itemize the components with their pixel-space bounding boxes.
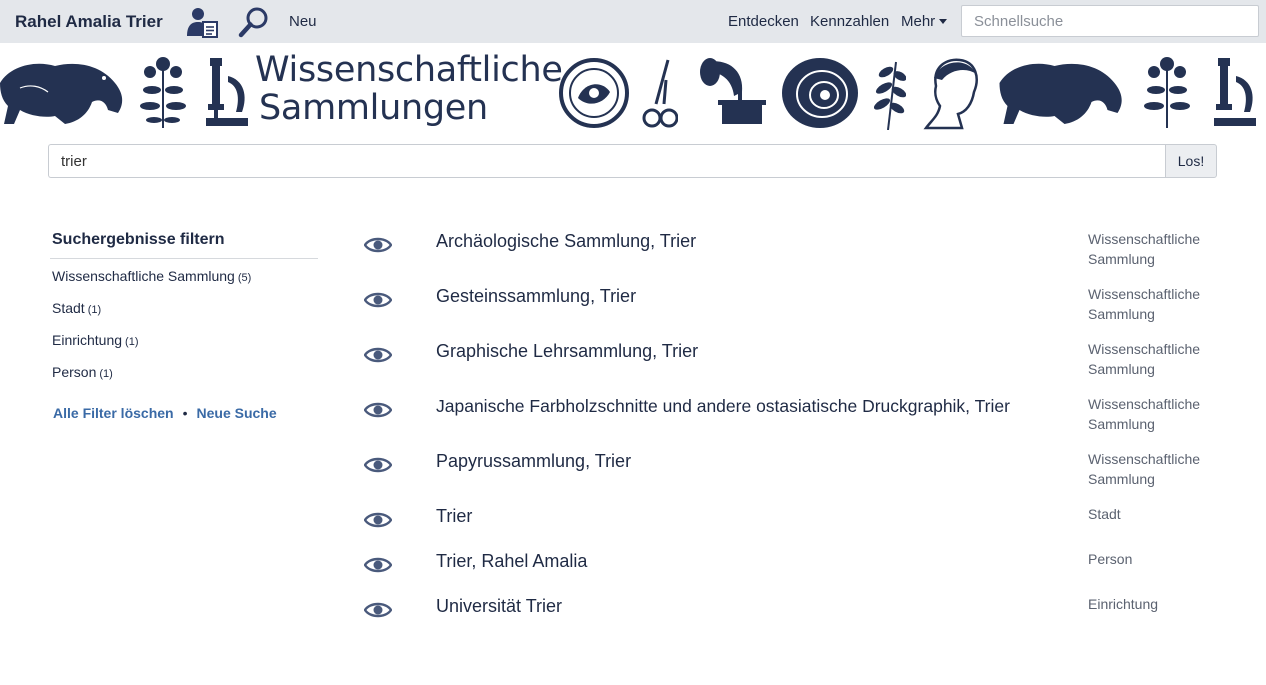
result-row: Trier, Rahel Amalia Person <box>364 551 1244 596</box>
result-title-link[interactable]: Archäologische Sammlung, Trier <box>436 231 696 252</box>
microscope-illustration-icon-2 <box>1214 58 1256 126</box>
quick-search-input[interactable] <box>961 5 1259 37</box>
eye-icon[interactable] <box>364 600 392 620</box>
eye-icon[interactable] <box>364 455 392 475</box>
eye-icon[interactable] <box>364 290 392 310</box>
ammonite-illustration-icon <box>782 58 858 128</box>
nav-mehr-dropdown[interactable]: Mehr <box>901 13 948 30</box>
result-type: Wissenschaftliche Sammlung <box>1088 341 1201 377</box>
eye-icon[interactable] <box>364 345 392 365</box>
result-row: Japanische Farbholzschnitte und andere o… <box>364 396 1244 441</box>
facet-label: Wissenschaftliche Sammlung <box>52 268 235 284</box>
result-title-link[interactable]: Papyrussammlung, Trier <box>436 451 631 472</box>
search-submit-button[interactable]: Los! <box>1165 144 1217 178</box>
nav-entdecken-link[interactable]: Entdecken <box>728 13 799 30</box>
result-title-link[interactable]: Japanische Farbholzschnitte und andere o… <box>436 396 1010 417</box>
otter-illustration-icon <box>0 63 123 124</box>
main-search-input[interactable] <box>48 144 1166 178</box>
result-title-link[interactable]: Trier, Rahel Amalia <box>436 551 587 572</box>
banner-title-line1: Wissenschaftliche <box>255 50 563 90</box>
filter-title: Suchergebnisse filtern <box>52 231 225 248</box>
plant-illustration-icon-2 <box>1144 57 1190 128</box>
facet-count: (5) <box>237 272 252 284</box>
facet-stadt[interactable]: Stadt (1) <box>52 300 101 316</box>
banner: Wissenschaftliche Sammlungen <box>0 50 1266 134</box>
filter-actions: Alle Filter löschen • Neue Suche <box>53 405 277 421</box>
nav-mehr-label: Mehr <box>901 13 936 30</box>
user-card-icon[interactable] <box>186 6 218 38</box>
eye-icon[interactable] <box>364 400 392 420</box>
result-type: Person <box>1088 551 1133 567</box>
result-type: Wissenschaftliche Sammlung <box>1088 396 1201 432</box>
result-row: Gesteinssammlung, Trier Wissenschaftlich… <box>364 286 1244 331</box>
result-row: Graphische Lehrsammlung, Trier Wissensch… <box>364 341 1244 386</box>
plant-illustration-icon <box>140 57 186 128</box>
facet-count: (1) <box>99 368 113 380</box>
facet-einrichtung[interactable]: Einrichtung (1) <box>52 332 139 348</box>
result-title-link[interactable]: Trier <box>436 506 472 527</box>
eye-icon[interactable] <box>364 235 392 255</box>
eye-icon[interactable] <box>364 555 392 575</box>
banner-title-line2: Sammlungen <box>259 88 488 128</box>
facet-label: Einrichtung <box>52 332 123 348</box>
facet-person[interactable]: Person (1) <box>52 364 113 380</box>
otter-illustration-icon-2 <box>999 63 1122 124</box>
result-row: Trier Stadt <box>364 506 1244 551</box>
facet-label: Person <box>52 364 97 380</box>
result-type: Wissenschaftliche Sammlung <box>1088 451 1201 487</box>
facet-label: Stadt <box>52 300 85 316</box>
caret-down-icon <box>939 19 948 24</box>
result-type: Stadt <box>1088 506 1121 522</box>
navbar: Rahel Amalia Trier Neu Entdecken Kennzah… <box>0 0 1266 43</box>
result-type: Einrichtung <box>1088 596 1159 612</box>
filter-divider <box>50 258 318 259</box>
facet-wissenschaftliche-sammlung[interactable]: Wissenschaftliche Sammlung (5) <box>52 268 251 284</box>
microscope-illustration-icon <box>206 58 248 126</box>
eye-icon[interactable] <box>364 510 392 530</box>
facet-count: (1) <box>87 304 102 316</box>
result-type: Wissenschaftliche Sammlung <box>1088 231 1201 267</box>
new-search-link[interactable]: Neue Suche <box>197 405 277 421</box>
result-title-link[interactable]: Universität Trier <box>436 596 562 617</box>
scissors-illustration-icon <box>642 59 678 128</box>
search-icon[interactable] <box>238 6 270 38</box>
result-row: Universität Trier Einrichtung <box>364 596 1244 641</box>
separator-dot: • <box>182 405 188 421</box>
brand-link[interactable]: Rahel Amalia Trier <box>15 12 163 32</box>
nav-kennzahlen-link[interactable]: Kennzahlen <box>810 13 889 30</box>
result-row: Papyrussammlung, Trier Wissenschaftliche… <box>364 451 1244 496</box>
result-type: Wissenschaftliche Sammlung <box>1088 286 1201 322</box>
result-title-link[interactable]: Gesteinssammlung, Trier <box>436 286 636 307</box>
result-row: Archäologische Sammlung, Trier Wissensch… <box>364 231 1244 276</box>
result-title-link[interactable]: Graphische Lehrsammlung, Trier <box>436 341 698 362</box>
clear-filters-link[interactable]: Alle Filter löschen <box>53 405 174 421</box>
bust-illustration-icon <box>923 58 978 130</box>
seal-illustration-icon <box>559 58 629 128</box>
fern-illustration-icon <box>874 61 906 130</box>
gramophone-illustration-icon <box>700 58 766 124</box>
nav-neu-link[interactable]: Neu <box>289 13 317 30</box>
facet-count: (1) <box>125 336 139 348</box>
